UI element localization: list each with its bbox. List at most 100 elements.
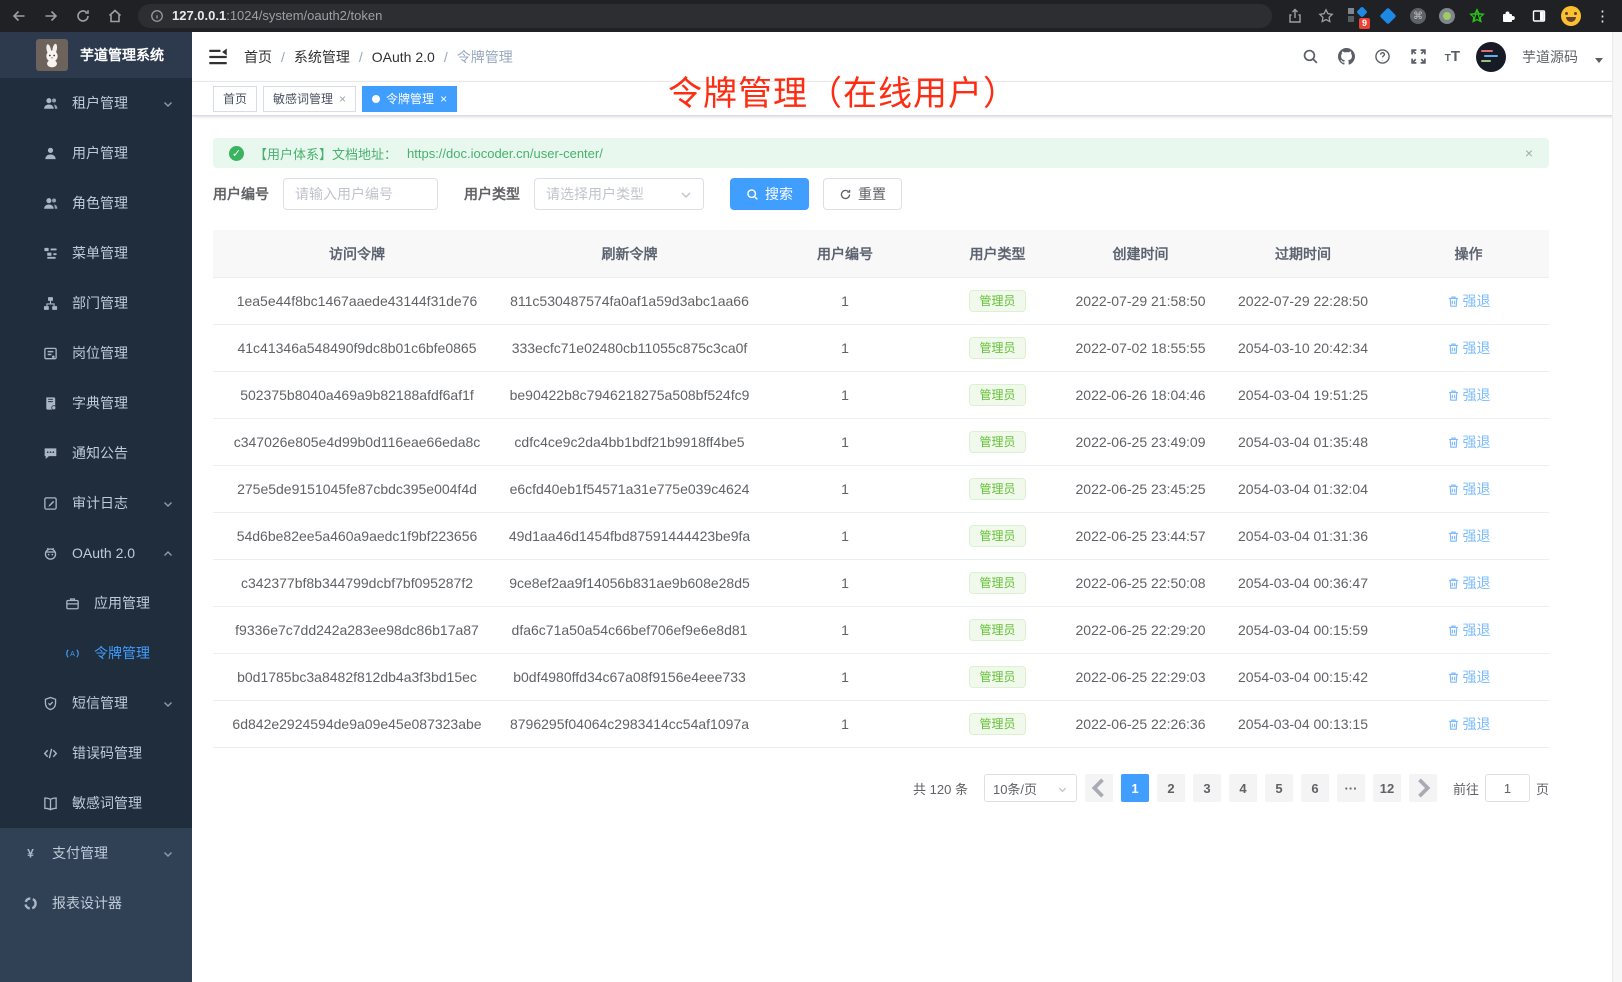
force-logout-button[interactable]: 强退 (1447, 667, 1491, 687)
sidebar-item-role[interactable]: 角色管理 (0, 178, 192, 228)
tab-首页[interactable]: 首页 (213, 86, 257, 112)
search-button[interactable]: 搜索 (730, 178, 809, 210)
page-size-select[interactable]: 10条/页 (984, 774, 1077, 802)
code-icon (42, 745, 58, 761)
table-row: c342377bf8b344799dcbf7bf095287f29ce8ef2a… (213, 560, 1549, 607)
user-id-input[interactable] (283, 178, 438, 210)
table-row: b0d1785bc3a8482f812db4a3f3bd15ecb0df4980… (213, 654, 1549, 701)
command-extension-icon[interactable]: ⌘ (1410, 8, 1426, 24)
create-time-cell: 2022-06-25 23:44:57 (1063, 528, 1218, 544)
access-token-cell: 1ea5e44f8bc1467aaede43144f31de76 (213, 293, 501, 309)
breadcrumb-item[interactable]: 系统管理 (294, 47, 350, 67)
sidebar-item-oauth2[interactable]: OAuth 2.0 (0, 528, 192, 578)
goto-page-input[interactable] (1485, 774, 1530, 802)
trash-icon (1447, 295, 1460, 308)
sidebar-item-pay[interactable]: ¥支付管理 (0, 828, 192, 878)
sidebar-item-report[interactable]: 报表设计器 (0, 878, 192, 928)
site-info-icon[interactable] (150, 9, 164, 23)
browser-back-icon[interactable] (10, 7, 28, 25)
browser-menu-kebab-icon[interactable]: ⋮ (1594, 7, 1612, 25)
sidebar-item-dept[interactable]: 部门管理 (0, 278, 192, 328)
page-button-1[interactable]: 1 (1121, 774, 1149, 802)
force-logout-button[interactable]: 强退 (1447, 714, 1491, 734)
token-icon: A (64, 645, 80, 661)
sidebar-item-oauth2-token[interactable]: A令牌管理 (0, 628, 192, 678)
browser-home-icon[interactable] (106, 7, 124, 25)
page-button-12[interactable]: 12 (1373, 774, 1401, 802)
gem-extension-icon[interactable] (1379, 7, 1397, 25)
sidebar-item-error-code[interactable]: 错误码管理 (0, 728, 192, 778)
prev-page-button[interactable] (1085, 774, 1113, 802)
force-logout-button[interactable]: 强退 (1447, 526, 1491, 546)
scrollbar-track[interactable] (1612, 32, 1622, 982)
user-id-cell: 1 (758, 669, 932, 685)
tab-敏感词管理[interactable]: 敏感词管理× (263, 86, 356, 112)
browser-reload-icon[interactable] (74, 7, 92, 25)
extension-badge-icon[interactable]: 9 (1348, 7, 1366, 25)
force-logout-button[interactable]: 强退 (1447, 338, 1491, 358)
access-token-cell: 41c41346a548490f9dc8b01c6bfe0865 (213, 340, 501, 356)
sidebar-item-dict[interactable]: 字典管理 (0, 378, 192, 428)
force-logout-button[interactable]: 强退 (1447, 432, 1491, 452)
puzzle-extensions-icon[interactable] (1499, 7, 1517, 25)
force-logout-button[interactable]: 强退 (1447, 479, 1491, 499)
share-icon[interactable] (1286, 7, 1304, 25)
chevron-down-icon[interactable] (1594, 52, 1604, 62)
sidebar-item-label: 敏感词管理 (72, 793, 142, 813)
header-search-icon[interactable] (1301, 47, 1321, 67)
sidebar-item-post[interactable]: 岗位管理 (0, 328, 192, 378)
reset-button[interactable]: 重置 (823, 178, 902, 210)
app-logo-bar[interactable]: 芋道管理系统 (0, 32, 192, 78)
breadcrumb-item: 令牌管理 (457, 47, 513, 67)
page-button-5[interactable]: 5 (1265, 774, 1293, 802)
user-type-cell: 管理员 (932, 525, 1063, 547)
star-extension-icon[interactable] (1468, 7, 1486, 25)
browser-forward-icon[interactable] (42, 7, 60, 25)
pager-ellipsis[interactable]: ··· (1337, 774, 1365, 802)
next-page-button[interactable] (1409, 774, 1437, 802)
yen-icon: ¥ (22, 845, 38, 861)
sidebar-item-user[interactable]: 用户管理 (0, 128, 192, 178)
record-extension-icon[interactable] (1439, 8, 1455, 24)
user-id-cell: 1 (758, 716, 932, 732)
tab-令牌管理[interactable]: 令牌管理× (362, 86, 457, 112)
sidebar-item-tenant[interactable]: 租户管理 (0, 78, 192, 128)
page-button-3[interactable]: 3 (1193, 774, 1221, 802)
sidebar-item-notice[interactable]: 通知公告 (0, 428, 192, 478)
sidebar-item-oauth2-app[interactable]: 应用管理 (0, 578, 192, 628)
page-button-2[interactable]: 2 (1157, 774, 1185, 802)
sidebar-item-audit-log[interactable]: 审计日志 (0, 478, 192, 528)
force-logout-button[interactable]: 强退 (1447, 573, 1491, 593)
help-icon[interactable] (1373, 47, 1393, 67)
page-button-6[interactable]: 6 (1301, 774, 1329, 802)
user-avatar[interactable] (1476, 42, 1506, 72)
user-type-select[interactable]: 请选择用户类型 (534, 178, 704, 210)
browser-profile-avatar[interactable] (1561, 6, 1581, 26)
sidebar-collapse-icon[interactable] (208, 47, 228, 67)
trash-icon (1447, 718, 1460, 731)
bookmark-star-icon[interactable] (1317, 7, 1335, 25)
alert-doc-link[interactable]: https://doc.iocoder.cn/user-center/ (407, 146, 603, 161)
breadcrumb-item[interactable]: OAuth 2.0 (372, 49, 435, 65)
breadcrumb-item[interactable]: 首页 (244, 47, 272, 67)
force-logout-button[interactable]: 强退 (1447, 291, 1491, 311)
sidebar-item-menu[interactable]: 菜单管理 (0, 228, 192, 278)
sidebar-item-sensitive-word[interactable]: 敏感词管理 (0, 778, 192, 828)
tab-close-icon[interactable]: × (339, 93, 346, 105)
user-name[interactable]: 芋道源码 (1522, 47, 1578, 67)
user-id-cell: 1 (758, 293, 932, 309)
force-logout-button[interactable]: 强退 (1447, 385, 1491, 405)
page-button-4[interactable]: 4 (1229, 774, 1257, 802)
column-header: 刷新令牌 (501, 244, 758, 264)
github-icon[interactable] (1337, 47, 1357, 67)
pagination: 共 120 条10条/页123456···12前往页 (213, 774, 1549, 802)
sidebar-item-sms[interactable]: 短信管理 (0, 678, 192, 728)
address-bar[interactable]: 127.0.0.1:1024/system/oauth2/token (138, 4, 1272, 28)
force-logout-button[interactable]: 强退 (1447, 620, 1491, 640)
alert-close-icon[interactable]: × (1525, 145, 1533, 161)
fullscreen-icon[interactable] (1409, 47, 1429, 67)
tab-close-icon[interactable]: × (440, 93, 447, 105)
font-size-icon[interactable]: TT (1445, 48, 1460, 65)
sidepanel-icon[interactable] (1530, 7, 1548, 25)
user-type-tag: 管理员 (969, 384, 1025, 406)
